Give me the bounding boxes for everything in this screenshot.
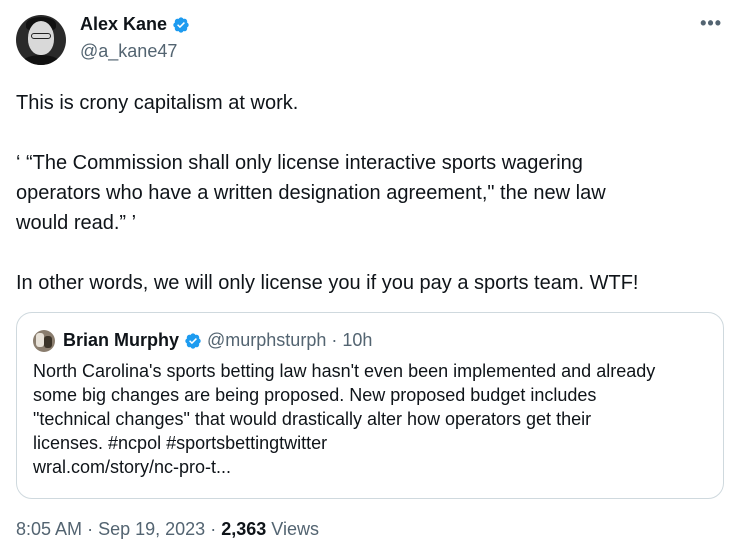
author-name-row[interactable]: Alex Kane (80, 14, 190, 35)
verified-badge-icon (185, 332, 201, 349)
tweet-quote-line: ‘ “The Commission shall only license int… (16, 152, 583, 174)
more-options-icon[interactable]: ••• (700, 13, 722, 34)
quoted-tweet-line: "technical changes" that would drastical… (33, 409, 592, 429)
quoted-tweet-link: wral.com/story/nc-pro-t... (33, 457, 232, 477)
quoted-author-handle: @murphsturph (207, 330, 327, 350)
views-count: 2,363 (221, 519, 267, 539)
tweet-quote-line: would read.” ’ (16, 212, 137, 234)
quoted-author-name: Brian Murphy (63, 330, 180, 350)
author-handle[interactable]: @a_kane47 (80, 41, 177, 62)
tweet-quote-line: operators who have a written designation… (16, 182, 606, 204)
separator-dot: · (87, 519, 94, 539)
quoted-tweet-card[interactable]: Brian Murphy @murphsturph · 10h North Ca… (16, 312, 724, 499)
quoted-tweet-line: some big changes are being proposed. New… (33, 385, 597, 405)
author-name[interactable]: Alex Kane (80, 14, 167, 35)
quoted-tweet-text: North Carolina's sports betting law hasn… (33, 359, 713, 479)
views-label: Views (271, 519, 319, 539)
avatar-shirt (20, 55, 62, 65)
separator-dot: · (210, 519, 217, 539)
quoted-author-avatar (33, 330, 55, 352)
tweet-time[interactable]: 8:05 AM (16, 519, 82, 539)
quoted-tweet-time: 10h (342, 330, 373, 350)
avatar-shape (36, 333, 44, 347)
separator-dot: · (331, 330, 338, 350)
tweet-date[interactable]: Sep 19, 2023 (98, 519, 205, 539)
quoted-tweet-line: licenses. #ncpol #sportsbettingtwitter (33, 433, 328, 453)
verified-badge-icon (173, 16, 189, 33)
quoted-tweet-header: Brian Murphy @murphsturph · 10h (63, 330, 372, 351)
tweet-line: In other words, we will only license you… (16, 272, 639, 294)
avatar-shape (44, 336, 52, 348)
quoted-tweet-line: North Carolina's sports betting law hasn… (33, 361, 656, 381)
avatar-glasses (31, 33, 51, 39)
tweet-line: This is crony capitalism at work. (16, 92, 299, 114)
tweet-text: This is crony capitalism at work. ‘ “The… (16, 88, 728, 298)
author-avatar[interactable] (16, 15, 66, 65)
tweet-meta: 8:05 AM · Sep 19, 2023 · 2,363 Views (16, 519, 319, 540)
